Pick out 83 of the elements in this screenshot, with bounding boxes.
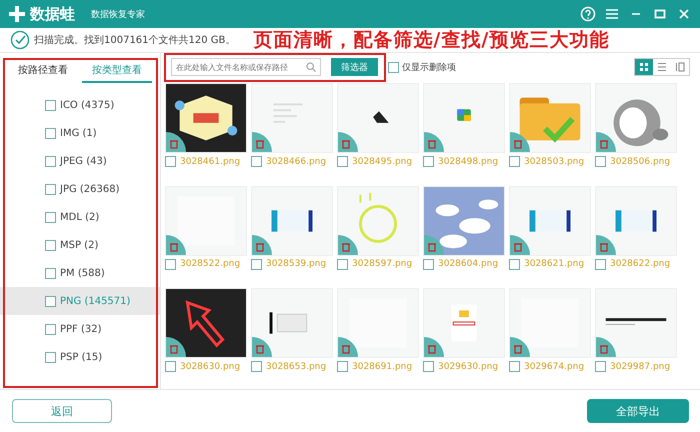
checkbox[interactable] (45, 352, 56, 362)
grid-view-button[interactable] (635, 59, 653, 75)
file-type-label: JPEG (43) (60, 156, 107, 166)
file-type-item[interactable]: PM (588) (0, 259, 160, 287)
file-type-item[interactable]: MDL (2) (0, 203, 160, 231)
file-name: 3028630.png (180, 362, 240, 372)
view-tab[interactable]: 按路径查看 (8, 59, 78, 83)
deleted-only-label: 仅显示删除项 (402, 62, 456, 74)
file-type-label: MDL (2) (60, 212, 100, 222)
file-name: 3028597.png (352, 259, 412, 270)
checkbox[interactable] (165, 258, 176, 270)
file-type-label: PSP (15) (60, 352, 102, 362)
checkbox[interactable] (509, 361, 520, 372)
checkbox[interactable] (595, 156, 606, 167)
file-type-item[interactable]: PPF (32) (0, 315, 160, 343)
file-type-item[interactable]: IMG (1) (0, 119, 160, 147)
file-type-item[interactable]: PSP (15) (0, 343, 160, 371)
file-name: 3028604.png (438, 259, 498, 270)
checkbox[interactable] (45, 296, 56, 306)
file-name: 3028691.png (352, 362, 412, 372)
checkbox[interactable] (45, 268, 56, 278)
file-name: 3028621.png (524, 259, 584, 270)
file-name: 3028466.png (266, 156, 326, 166)
file-type-item[interactable]: JPEG (43) (0, 147, 160, 175)
file-name: 3028461.png (180, 156, 240, 166)
file-type-item[interactable]: ICO (4375) (0, 91, 160, 119)
checkbox[interactable] (251, 258, 262, 270)
checkbox[interactable] (595, 361, 606, 372)
file-name: 3028539.png (266, 259, 326, 270)
scan-result-text: 扫描完成。找到1007161个文件共120 GB。 (34, 34, 236, 47)
cross-logo-icon (8, 5, 26, 23)
file-name: 3028522.png (180, 259, 240, 270)
checkbox[interactable] (45, 156, 56, 166)
columns-icon (675, 62, 685, 72)
checkbox[interactable] (45, 100, 56, 110)
file-type-item[interactable]: MSP (2) (0, 231, 160, 259)
file-type-item[interactable]: JPG (26368) (0, 175, 160, 203)
file-type-label: JPG (26368) (60, 184, 120, 194)
file-type-label: ICO (4375) (60, 100, 114, 110)
file-name: 3028495.png (352, 156, 412, 166)
checkbox[interactable] (337, 156, 348, 167)
checkbox[interactable] (595, 258, 606, 270)
checkbox[interactable] (45, 128, 56, 138)
file-name: 3029674.png (524, 362, 584, 372)
check-circle-icon (10, 30, 30, 50)
file-name: 3028503.png (524, 156, 584, 166)
file-name: 3028506.png (610, 156, 670, 166)
checkbox[interactable] (45, 184, 56, 194)
file-name: 3028622.png (610, 259, 670, 270)
checkbox[interactable] (337, 361, 348, 372)
help-icon[interactable] (580, 6, 596, 22)
checkbox[interactable] (509, 258, 520, 270)
checkbox[interactable] (165, 156, 176, 167)
checkbox[interactable] (388, 62, 399, 72)
checkbox[interactable] (45, 240, 56, 250)
checkbox[interactable] (251, 361, 262, 372)
app-name: 数据蛙 (30, 4, 75, 24)
file-name: 3029987.png (610, 362, 670, 372)
file-name: 3029630.png (438, 362, 498, 372)
file-type-label: PNG (145571) (60, 296, 130, 306)
app-subtitle: 数据恢复专家 (91, 8, 145, 20)
checkbox[interactable] (45, 212, 56, 222)
file-name: 3028498.png (438, 156, 498, 166)
grid-icon (639, 62, 649, 72)
file-type-label: MSP (2) (60, 240, 98, 250)
checkbox[interactable] (165, 361, 176, 372)
back-button[interactable]: 返回 (12, 399, 112, 423)
file-type-label: IMG (1) (60, 128, 97, 138)
checkbox[interactable] (423, 361, 434, 372)
file-type-label: PM (588) (60, 268, 105, 278)
annotation-text: 页面清晰，配备筛选/查找/预览三大功能 (253, 28, 610, 53)
view-tab[interactable]: 按类型查看 (82, 59, 152, 83)
checkbox[interactable] (337, 258, 348, 270)
checkbox[interactable] (423, 258, 434, 270)
checkbox[interactable] (423, 156, 434, 167)
search-field[interactable]: 在此处输入文件名称或保存路径 (171, 58, 321, 76)
file-type-label: PPF (32) (60, 324, 102, 334)
checkbox[interactable] (251, 156, 262, 167)
list-icon (657, 62, 667, 72)
checkbox[interactable] (45, 324, 56, 334)
file-name: 3028653.png (266, 362, 326, 372)
search-icon (306, 62, 316, 72)
checkbox[interactable] (509, 156, 520, 167)
